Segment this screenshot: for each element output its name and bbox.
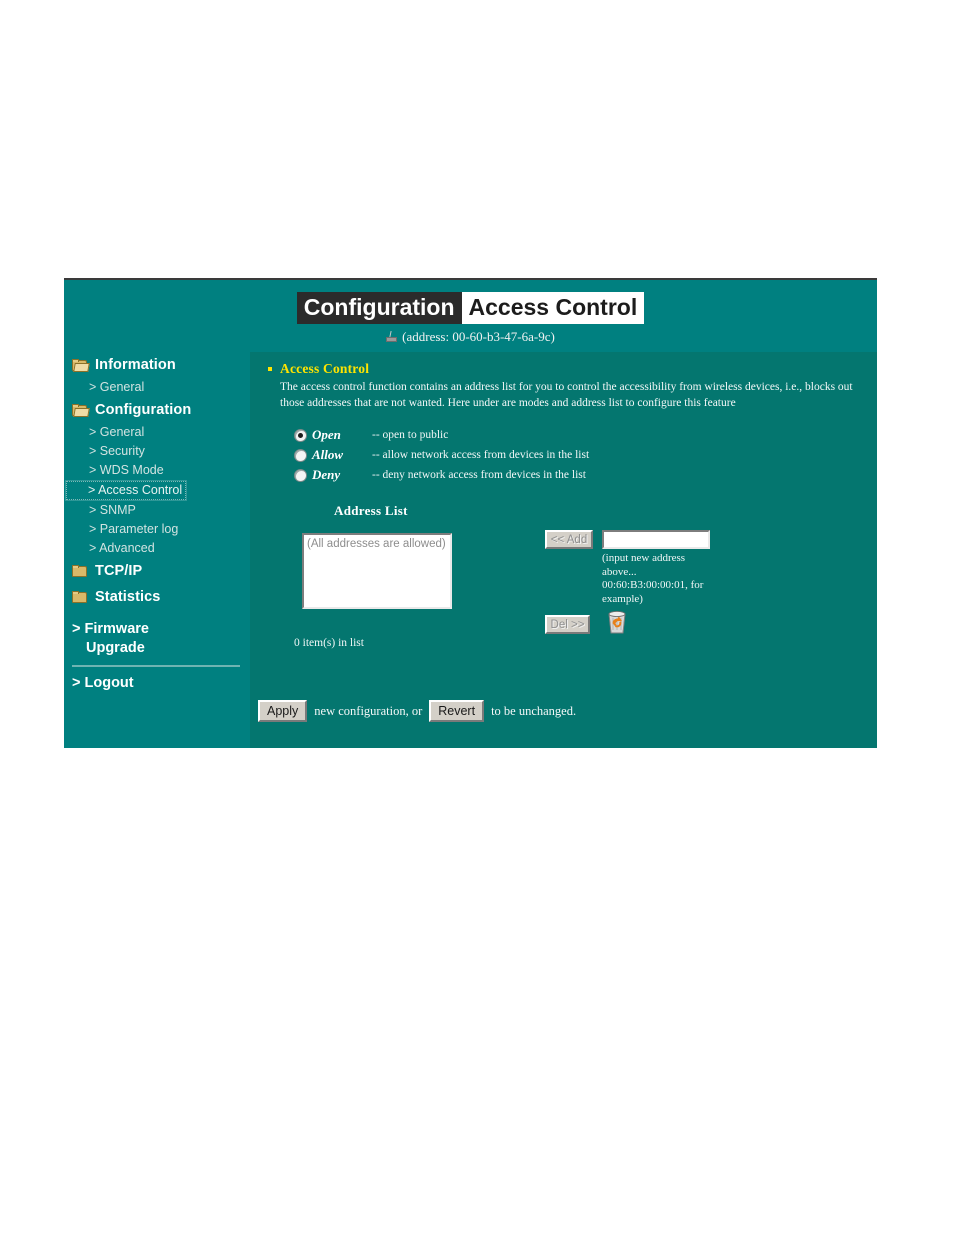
page-header: Configuration Access Control (address: 00… bbox=[64, 280, 877, 352]
apply-button[interactable]: Apply bbox=[258, 700, 308, 722]
revert-suffix-text: to be unchanged. bbox=[491, 703, 577, 718]
mode-option-deny[interactable]: Deny -- deny network access from devices… bbox=[294, 465, 877, 485]
mode-description: -- allow network access from devices in … bbox=[372, 449, 590, 461]
sidebar-item-security[interactable]: > Security bbox=[64, 442, 250, 461]
mode-label: Deny bbox=[312, 467, 341, 482]
action-bar: Apply new configuration, or Revert to be… bbox=[250, 700, 583, 722]
sidebar-item-wds-mode[interactable]: > WDS Mode bbox=[64, 461, 250, 480]
sidebar-item-label: > Security bbox=[89, 444, 145, 458]
sidebar-item-tcpip[interactable]: TCP/IP bbox=[64, 558, 250, 584]
add-address-button[interactable]: << Add bbox=[545, 530, 593, 549]
bullet-icon bbox=[268, 367, 272, 371]
document-page: Configuration Access Control (address: 00… bbox=[0, 0, 954, 1235]
mode-description: -- open to public bbox=[372, 429, 449, 441]
sidebar-item-information-general[interactable]: > General bbox=[64, 378, 250, 397]
sidebar-item-configuration-general[interactable]: > General bbox=[64, 423, 250, 442]
open-folder-icon bbox=[72, 403, 90, 417]
device-address-line: (address: 00-60-b3-47-6a-9c) bbox=[64, 328, 877, 346]
closed-folder-icon bbox=[72, 590, 88, 604]
section-title: Access Control bbox=[280, 361, 370, 376]
sidebar-item-label: > Advanced bbox=[89, 541, 155, 555]
sidebar-item-label: > WDS Mode bbox=[89, 463, 164, 477]
device-web-ui-panel: Configuration Access Control (address: 00… bbox=[64, 278, 877, 748]
sidebar-item-label: > Access Control bbox=[88, 483, 183, 497]
address-listbox[interactable]: (All addresses are allowed) bbox=[302, 533, 452, 609]
sidebar-item-statistics[interactable]: Statistics bbox=[64, 584, 250, 610]
sidebar-group-label: Statistics bbox=[95, 589, 161, 605]
content-panel: Access Control The access control functi… bbox=[250, 352, 877, 748]
radio-deny-icon[interactable] bbox=[294, 468, 307, 482]
sidebar-group-configuration: Configuration > General > Security > WDS… bbox=[64, 397, 250, 558]
section-header: Access Control bbox=[250, 352, 877, 378]
title-segment-access-control: Access Control bbox=[461, 292, 645, 324]
page-title: Configuration Access Control bbox=[64, 292, 877, 324]
revert-button[interactable]: Revert bbox=[429, 700, 485, 722]
firmware-upgrade-label-line2: Upgrade bbox=[86, 640, 145, 656]
mode-label: Allow bbox=[312, 447, 344, 462]
sidebar-item-label: > General bbox=[89, 425, 145, 439]
mode-description: -- deny network access from devices in t… bbox=[372, 469, 586, 481]
closed-folder-icon bbox=[72, 564, 88, 578]
item-count-label: 0 item(s) in list bbox=[294, 637, 364, 649]
mode-label: Open bbox=[312, 427, 341, 442]
sidebar-divider bbox=[72, 665, 240, 667]
mode-option-allow[interactable]: Allow -- allow network access from devic… bbox=[294, 445, 877, 465]
sidebar-group-label: Information bbox=[95, 357, 176, 373]
sidebar-group-information: Information > General bbox=[64, 352, 250, 397]
logout-label: > Logout bbox=[72, 675, 134, 691]
address-list-block: Address List (All addresses are allowed)… bbox=[250, 503, 877, 634]
sidebar-item-label: > SNMP bbox=[89, 503, 136, 517]
firmware-upgrade-label-line1: > Firmware bbox=[72, 621, 149, 637]
sidebar-item-firmware-upgrade[interactable]: > Firmware Upgrade bbox=[64, 620, 250, 658]
body-split: Information > General Configuration > Ge… bbox=[64, 352, 877, 748]
sidebar-group-label: Configuration bbox=[95, 402, 192, 418]
device-address-text: (address: 00-60-b3-47-6a-9c) bbox=[402, 328, 555, 344]
mode-option-open[interactable]: Open -- open to public bbox=[294, 425, 877, 445]
sidebar-group-tcpip: TCP/IP bbox=[64, 558, 250, 584]
open-folder-icon bbox=[72, 358, 90, 372]
sidebar-item-snmp[interactable]: > SNMP bbox=[64, 501, 250, 520]
radio-allow-icon[interactable] bbox=[294, 448, 307, 462]
new-address-input[interactable] bbox=[602, 530, 710, 549]
access-point-icon bbox=[386, 330, 398, 343]
apply-suffix-text: new configuration, or bbox=[314, 703, 423, 718]
sidebar-group-statistics: Statistics bbox=[64, 584, 250, 610]
section-description: The access control function contains an … bbox=[280, 381, 853, 409]
sidebar-item-advanced[interactable]: > Advanced bbox=[64, 539, 250, 558]
sidebar-bottom-links: > Firmware Upgrade > Logout bbox=[64, 620, 250, 693]
recycle-bin-icon[interactable] bbox=[605, 608, 629, 634]
radio-open-icon[interactable] bbox=[294, 428, 307, 442]
address-list-title: Address List bbox=[334, 503, 408, 518]
sidebar-item-logout[interactable]: > Logout bbox=[64, 674, 250, 693]
sidebar-item-configuration[interactable]: Configuration bbox=[64, 397, 250, 423]
sidebar-item-information[interactable]: Information bbox=[64, 352, 250, 378]
sidebar-item-parameter-log[interactable]: > Parameter log bbox=[64, 520, 250, 539]
sidebar-item-access-control[interactable]: > Access Control bbox=[64, 480, 188, 501]
title-segment-configuration: Configuration bbox=[296, 292, 462, 324]
address-input-hint: (input new address above... 00:60:B3:00:… bbox=[602, 552, 704, 605]
address-listbox-placeholder: (All addresses are allowed) bbox=[307, 538, 446, 550]
sidebar-item-label: > Parameter log bbox=[89, 522, 179, 536]
sidebar-group-label: TCP/IP bbox=[95, 563, 143, 579]
delete-address-button[interactable]: Del >> bbox=[545, 615, 590, 634]
access-mode-radio-group: Open -- open to public Allow -- allow ne… bbox=[250, 411, 877, 485]
sidebar-navigation: Information > General Configuration > Ge… bbox=[64, 352, 250, 748]
sidebar-item-label: > General bbox=[89, 380, 145, 394]
